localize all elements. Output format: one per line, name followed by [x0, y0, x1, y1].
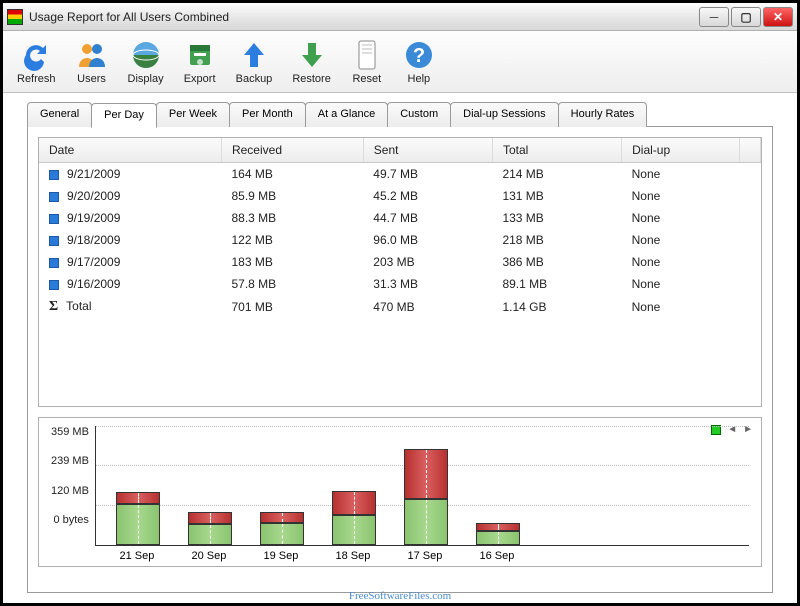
tab-per-day[interactable]: Per Day — [91, 103, 157, 128]
table-row[interactable]: 9/20/200985.9 MB45.2 MB131 MBNone — [39, 185, 761, 207]
bar-sent — [476, 523, 520, 531]
tabs: GeneralPer DayPer WeekPer MonthAt a Glan… — [3, 93, 797, 126]
bar-received — [476, 531, 520, 545]
bar-19-Sep[interactable] — [260, 512, 304, 545]
export-button[interactable]: Export — [180, 37, 220, 87]
backup-icon — [238, 39, 270, 71]
y-tick: 239 MB — [51, 455, 89, 467]
tab-at-a-glance[interactable]: At a Glance — [305, 102, 388, 127]
users-button[interactable]: Users — [72, 37, 112, 87]
usage-table: DateReceivedSentTotalDial-up 9/21/200916… — [39, 138, 761, 319]
titlebar[interactable]: Usage Report for All Users Combined ─ ▢ … — [3, 3, 797, 31]
sigma-icon: Σ — [49, 299, 58, 314]
bar-sent — [188, 512, 232, 523]
help-icon: ? — [403, 39, 435, 71]
maximize-button[interactable]: ▢ — [731, 7, 761, 27]
chart-y-axis: 359 MB 239 MB 120 MB 0 bytes — [51, 426, 95, 526]
tab-per-month[interactable]: Per Month — [229, 102, 306, 127]
restore-icon — [296, 39, 328, 71]
tab-per-week[interactable]: Per Week — [156, 102, 230, 127]
row-icon — [49, 192, 59, 202]
close-button[interactable]: ✕ — [763, 7, 793, 27]
table-row[interactable]: 9/19/200988.3 MB44.7 MB133 MBNone — [39, 207, 761, 229]
row-icon — [49, 236, 59, 246]
backup-button[interactable]: Backup — [232, 37, 277, 87]
table-total-row[interactable]: ΣTotal701 MB470 MB1.14 GBNone — [39, 295, 761, 319]
window-controls: ─ ▢ ✕ — [699, 7, 793, 27]
x-tick: 17 Sep — [403, 550, 447, 562]
display-button[interactable]: Display — [124, 37, 168, 87]
table-row[interactable]: 9/16/200957.8 MB31.3 MB89.1 MBNone — [39, 273, 761, 295]
tab-dial-up-sessions[interactable]: Dial-up Sessions — [450, 102, 559, 127]
display-icon — [130, 39, 162, 71]
y-tick: 0 bytes — [53, 514, 88, 526]
refresh-icon — [20, 39, 52, 71]
bar-received — [116, 504, 160, 545]
column-header[interactable]: Received — [221, 138, 363, 163]
y-tick: 359 MB — [51, 426, 89, 438]
tab-custom[interactable]: Custom — [387, 102, 451, 127]
reset-icon — [351, 39, 383, 71]
bar-18-Sep[interactable] — [332, 491, 376, 546]
column-header[interactable]: Sent — [363, 138, 492, 163]
tab-hourly-rates[interactable]: Hourly Rates — [558, 102, 648, 127]
app-window: Usage Report for All Users Combined ─ ▢ … — [0, 0, 800, 606]
x-tick: 18 Sep — [331, 550, 375, 562]
bar-sent — [332, 491, 376, 515]
bar-received — [188, 524, 232, 545]
bar-received — [332, 515, 376, 546]
watermark: FreeSoftwareFiles.com — [0, 590, 800, 602]
bar-16-Sep[interactable] — [476, 523, 520, 545]
row-icon — [49, 258, 59, 268]
bar-20-Sep[interactable] — [188, 512, 232, 545]
y-tick: 120 MB — [51, 485, 89, 497]
svg-text:?: ? — [413, 45, 425, 67]
reset-button[interactable]: Reset — [347, 37, 387, 87]
bar-sent — [404, 449, 448, 500]
chart-x-axis: 21 Sep 20 Sep 19 Sep 18 Sep 17 Sep 16 Sep — [95, 550, 749, 562]
table-row[interactable]: 9/17/2009183 MB203 MB386 MBNone — [39, 251, 761, 273]
restore-button[interactable]: Restore — [288, 37, 335, 87]
column-header[interactable]: Date — [39, 138, 221, 163]
bar-received — [404, 499, 448, 545]
chart: ◄ ► 359 MB239 MB120 MB0 bytes 21 Sep20 S… — [38, 417, 762, 567]
bar-sent — [260, 512, 304, 523]
tab-content: DateReceivedSentTotalDial-up 9/21/200916… — [27, 126, 773, 593]
bar-21-Sep[interactable] — [116, 492, 160, 545]
row-icon — [49, 214, 59, 224]
x-tick: 21 Sep — [115, 550, 159, 562]
bar-17-Sep[interactable] — [404, 449, 448, 546]
bar-sent — [116, 492, 160, 504]
users-icon — [76, 39, 108, 71]
x-tick: 20 Sep — [187, 550, 231, 562]
minimize-button[interactable]: ─ — [699, 7, 729, 27]
toolbar: Refresh Users Display Export BackupRestore Re… — [3, 31, 797, 93]
table-row[interactable]: 9/18/2009122 MB96.0 MB218 MBNone — [39, 229, 761, 251]
window-title: Usage Report for All Users Combined — [29, 10, 699, 24]
app-icon — [7, 9, 23, 25]
refresh-button[interactable]: Refresh — [13, 37, 60, 87]
x-tick: 19 Sep — [259, 550, 303, 562]
row-icon — [49, 280, 59, 290]
table-row[interactable]: 9/21/2009164 MB49.7 MB214 MBNone — [39, 163, 761, 186]
help-button[interactable]: ?Help — [399, 37, 439, 87]
column-header[interactable]: Dial-up — [622, 138, 740, 163]
x-tick: 16 Sep — [475, 550, 519, 562]
bar-received — [260, 523, 304, 545]
chart-plot — [95, 426, 749, 546]
data-grid[interactable]: DateReceivedSentTotalDial-up 9/21/200916… — [38, 137, 762, 407]
column-header[interactable]: Total — [492, 138, 621, 163]
row-icon — [49, 170, 59, 180]
export-icon — [184, 39, 216, 71]
tab-general[interactable]: General — [27, 102, 92, 127]
